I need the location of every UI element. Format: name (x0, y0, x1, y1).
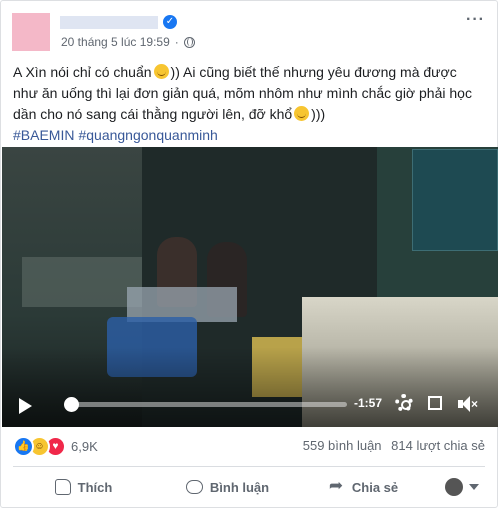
smile-emoji-icon (294, 106, 310, 121)
comment-bubble-icon (185, 480, 203, 494)
hashtag-link[interactable]: #BAEMIN (13, 127, 74, 143)
page-name-redacted[interactable] (60, 16, 158, 29)
viewer-avatar (445, 478, 463, 496)
play-icon[interactable] (19, 398, 32, 414)
public-globe-icon[interactable] (183, 36, 195, 48)
reaction-summary[interactable]: 👍 ☺ ♥ 6,9K (13, 436, 98, 457)
video-progress-bar[interactable] (71, 402, 347, 407)
engagement-counts: 559 bình luận 814 lượt chia sẻ (303, 438, 485, 453)
post-timestamp[interactable]: 20 tháng 5 lúc 19:59 (61, 35, 170, 49)
post-meta: 20 tháng 5 lúc 19:59 · (61, 35, 195, 49)
comment-label: Bình luận (209, 479, 270, 495)
reaction-count[interactable]: 6,9K (71, 439, 98, 454)
thumbs-up-icon (54, 479, 71, 495)
view-as-selector[interactable] (439, 475, 485, 499)
post-text-line3a: dần cho nó sang cái thằng người lên, đỡ … (13, 106, 293, 122)
gear-icon[interactable] (395, 394, 413, 412)
verified-badge-icon: ✓ (163, 15, 177, 29)
more-options-icon[interactable]: ··· (466, 11, 485, 29)
smile-emoji-icon (153, 64, 169, 79)
time-remaining: -1:57 (354, 396, 383, 410)
divider (13, 466, 485, 467)
action-bar: Thích Bình luận Chia sẻ (13, 469, 485, 505)
post-card: ✓ 20 tháng 5 lúc 19:59 · ··· A Xìn nói c… (0, 0, 498, 508)
share-count[interactable]: 814 lượt chia sẻ (391, 438, 485, 453)
hashtags: #BAEMIN #quangngonquanminh (13, 125, 489, 146)
share-button[interactable]: Chia sẻ (301, 471, 426, 503)
meta-separator: · (174, 35, 179, 49)
comment-button[interactable]: Bình luận (154, 471, 301, 503)
video-scene-stalls (22, 257, 142, 307)
volume-muted-icon[interactable]: × (458, 396, 478, 412)
like-label: Thích (77, 479, 113, 495)
post-text-line1a: A Xìn nói chỉ có chuẩn (13, 64, 152, 80)
video-scrubber-handle[interactable] (64, 397, 79, 412)
post-text-line2: như ăn uống thì lại đơn giản quá, mõm nh… (13, 85, 472, 101)
share-label: Chia sẻ (351, 479, 399, 495)
video-player[interactable]: -1:57 × (2, 147, 498, 427)
post-text: A Xìn nói chỉ có chuẩn )) Ai cũng biết th… (13, 62, 489, 146)
hashtag-link[interactable]: #quangngonquanminh (78, 127, 217, 143)
comment-count[interactable]: 559 bình luận (303, 438, 382, 453)
video-scene-poster (412, 149, 498, 251)
post-text-line3b: ))) (311, 106, 326, 122)
chevron-down-icon (469, 484, 479, 490)
video-controls-shade (2, 347, 498, 427)
expand-icon[interactable] (428, 396, 442, 410)
share-arrow-icon (329, 476, 345, 496)
like-button[interactable]: Thích (13, 471, 154, 503)
page-avatar[interactable] (12, 13, 50, 51)
like-reaction-icon: 👍 (13, 436, 34, 457)
post-text-line1b: )) Ai cũng biết thế nhưng yêu đương mà đ… (170, 64, 457, 80)
